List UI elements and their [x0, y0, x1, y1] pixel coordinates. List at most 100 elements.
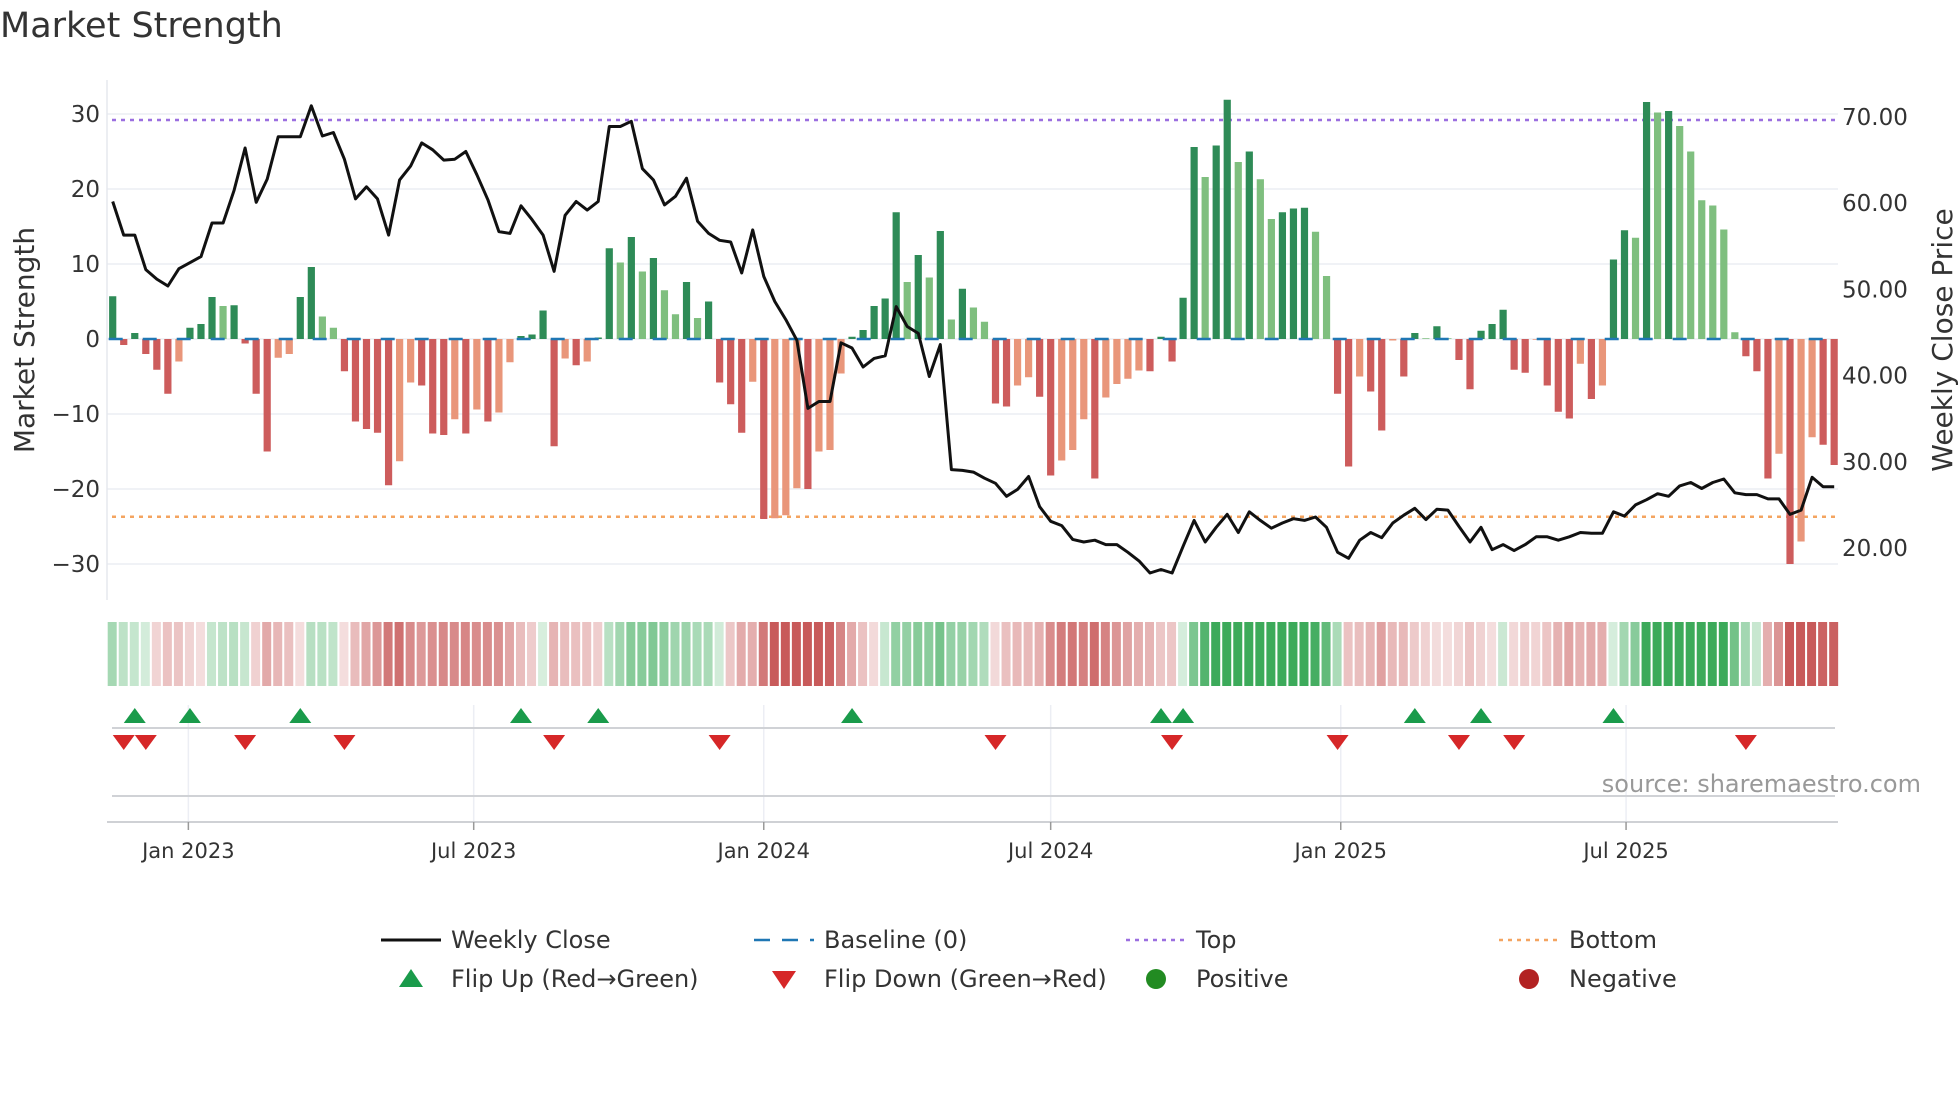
strength-bar	[208, 297, 216, 339]
heat-cell	[1785, 622, 1795, 686]
strength-bar	[1267, 219, 1275, 339]
heat-cell	[1531, 622, 1541, 686]
strength-bar	[1013, 339, 1022, 386]
strength-bar	[396, 339, 404, 462]
heat-cell	[1498, 622, 1508, 686]
heat-cell	[979, 622, 989, 686]
flip-up-marker	[1403, 708, 1426, 723]
strength-bar	[1510, 339, 1518, 370]
strength-bar	[1212, 145, 1220, 339]
strength-bar	[340, 339, 349, 372]
strength-bar	[1300, 207, 1309, 339]
strength-bar	[782, 339, 790, 516]
strength-bar	[738, 339, 746, 433]
heat-cell	[1608, 622, 1618, 686]
heat-cell	[725, 622, 735, 686]
strength-bar	[958, 288, 966, 339]
strength-bar	[296, 297, 304, 339]
heat-cell	[1619, 622, 1629, 686]
x-tick-label: Jan 2025	[1292, 839, 1387, 863]
heat-cell	[1111, 622, 1121, 686]
heat-cell	[869, 622, 879, 686]
heat-cell	[1233, 622, 1243, 686]
heat-cell	[372, 622, 382, 686]
heat-cell	[328, 622, 338, 686]
strength-bar	[362, 339, 371, 429]
strength-bar	[1543, 339, 1551, 386]
strength-bar	[1466, 339, 1474, 390]
heat-cell	[924, 622, 934, 686]
heat-cell	[582, 622, 592, 686]
heat-cell	[593, 622, 603, 686]
strength-bar	[1278, 212, 1287, 339]
heat-cell	[769, 622, 779, 686]
heat-cell	[240, 622, 250, 686]
strength-bar	[1389, 339, 1397, 341]
heat-cell	[1453, 622, 1463, 686]
strength-bar	[1676, 126, 1684, 339]
heat-cell	[1012, 622, 1022, 686]
strength-bar	[925, 277, 933, 339]
strength-bar	[1565, 339, 1573, 419]
heat-cell	[1773, 622, 1783, 686]
strength-bar	[1819, 339, 1827, 445]
strength-bar	[1731, 332, 1739, 339]
strength-bar	[1830, 339, 1838, 465]
y2-tick-label: 50.00	[1842, 277, 1908, 303]
strength-bar	[660, 290, 669, 339]
heat-cell	[1167, 622, 1177, 686]
strength-bar	[1631, 237, 1640, 339]
heat-cell	[1078, 622, 1088, 686]
strength-bar	[1234, 162, 1242, 339]
strength-bar	[263, 339, 271, 452]
strength-bar	[1168, 339, 1176, 362]
strength-bar	[329, 327, 337, 339]
strength-bar	[1665, 111, 1673, 339]
strength-bar	[539, 310, 547, 339]
heat-cell	[659, 622, 669, 686]
y-tick-label: 10	[71, 252, 100, 278]
strength-bar	[1036, 339, 1044, 397]
heat-cell	[1100, 622, 1110, 686]
strength-bar	[1245, 151, 1253, 339]
strength-bar	[1753, 339, 1761, 372]
flip-down-marker	[984, 735, 1007, 750]
source-note: source: sharemaestro.com	[1602, 770, 1921, 798]
heat-cell	[1398, 622, 1408, 686]
flip-up-marker	[1172, 708, 1195, 723]
strength-bar	[1598, 339, 1607, 386]
flip-up-marker	[1150, 708, 1173, 723]
heat-cell	[262, 622, 272, 686]
x-axis: Jan 2023 Jul 2023 Jan 2024 Jul 2024 Jan 2025…	[107, 821, 1838, 863]
heat-cell	[1575, 622, 1585, 686]
heat-cell	[1067, 622, 1077, 686]
heat-cell	[615, 622, 625, 686]
heat-cell	[1829, 622, 1839, 686]
flip-up-marker	[841, 708, 864, 723]
legend-label: Positive	[1196, 965, 1289, 993]
strength-bar	[473, 339, 481, 410]
heat-cell	[549, 622, 559, 686]
heat-cell	[515, 622, 525, 686]
legend-triangle-down-icon	[772, 971, 796, 989]
heat-cell	[1144, 622, 1154, 686]
strength-bar	[1058, 339, 1066, 461]
heat-cell	[560, 622, 570, 686]
heat-cell	[218, 622, 228, 686]
heat-cell	[1310, 622, 1320, 686]
heat-cell	[824, 622, 834, 686]
flip-up-marker	[289, 708, 312, 723]
heat-cell	[880, 622, 890, 686]
flip-down-marker	[543, 735, 566, 750]
heat-cell	[151, 622, 161, 686]
strength-bar	[1223, 99, 1231, 339]
heat-cell	[648, 622, 658, 686]
strength-bar	[373, 339, 382, 433]
y-tick-label: −10	[51, 402, 100, 428]
strength-bar	[1025, 339, 1033, 378]
flip-down-marker	[1326, 735, 1349, 750]
heat-cell	[736, 622, 746, 686]
strength-bar	[1742, 339, 1750, 357]
heat-cell	[847, 622, 857, 686]
strength-bar	[1499, 309, 1507, 339]
